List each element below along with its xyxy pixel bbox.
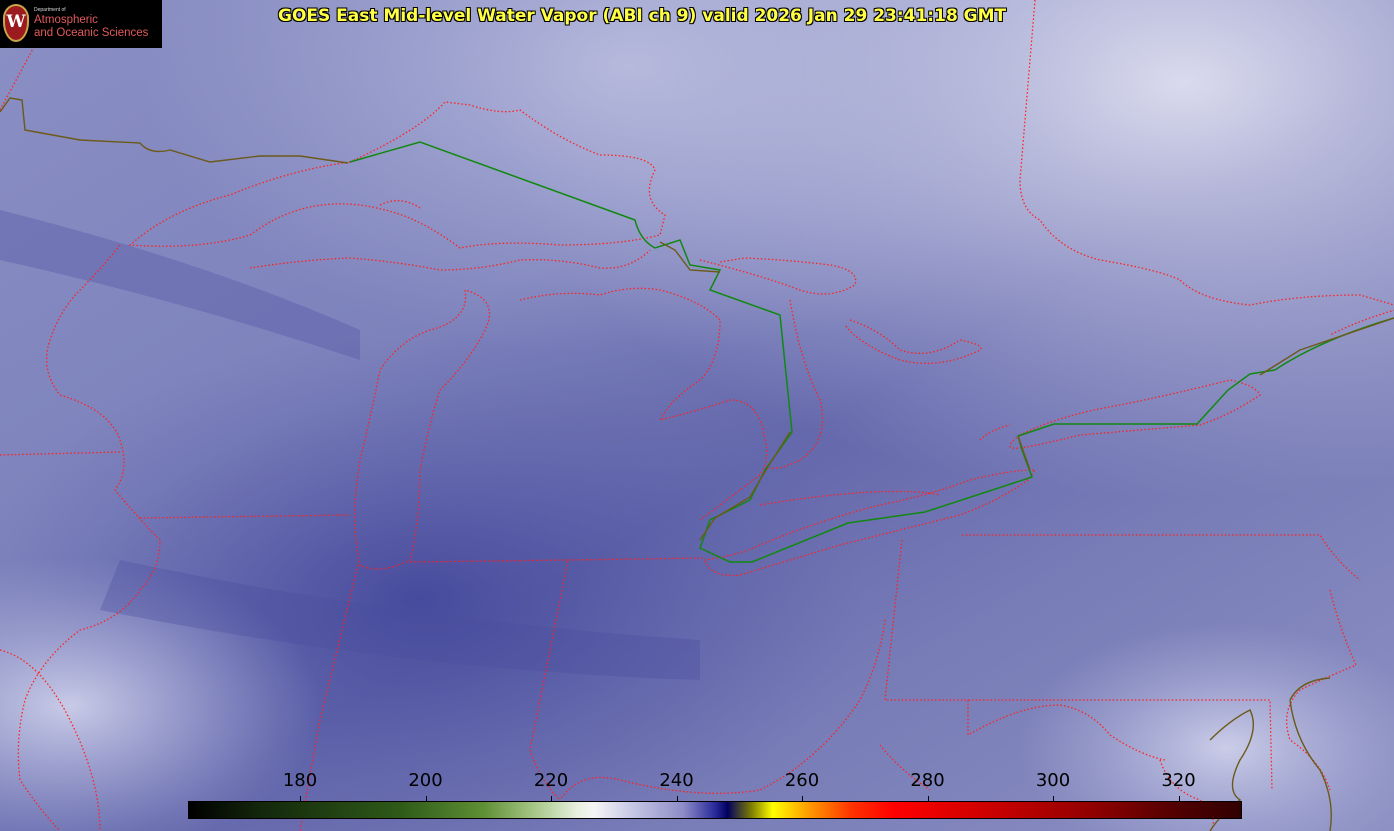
colorbar-tick-label: 180	[282, 770, 318, 791]
colorbar-tick-label: 260	[784, 770, 820, 791]
satellite-image-viewer: W Department of Atmospheric and Oceanic …	[0, 0, 1394, 831]
logo-line-1: Atmospheric	[34, 14, 98, 26]
logo-dept-text: Department of	[34, 7, 66, 13]
temperature-colorbar	[188, 801, 1242, 819]
image-title: GOES East Mid-level Water Vapor (ABI ch …	[278, 6, 1007, 26]
colorbar-tick-label: 240	[659, 770, 694, 791]
colorbar-tick-label: 200	[408, 770, 443, 791]
colorbar-tick-label: 320	[1161, 770, 1196, 791]
water-vapor-map	[0, 0, 1394, 831]
uw-crest-icon: W	[3, 4, 29, 42]
colorbar-tick-label: 220	[533, 770, 569, 791]
colorbar-tick-label: 280	[910, 770, 945, 791]
logo-line-2: and Oceanic Sciences	[34, 27, 149, 39]
colorbar-tick-label: 300	[1035, 770, 1071, 791]
uw-aos-logo[interactable]: W Department of Atmospheric and Oceanic …	[0, 0, 162, 48]
